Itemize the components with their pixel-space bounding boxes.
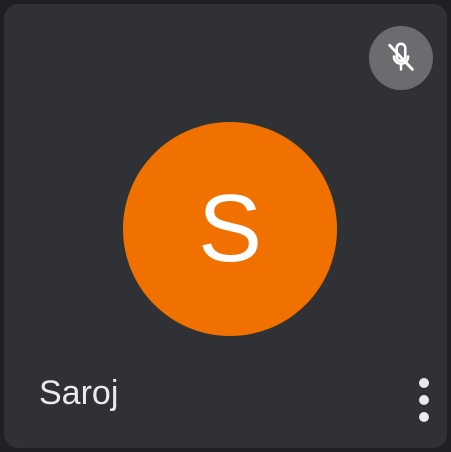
participant-name: Saroj [39, 374, 119, 412]
participant-tile[interactable]: S Saroj [4, 4, 447, 448]
more-vert-icon-dot [419, 412, 429, 422]
mic-muted-badge [369, 26, 433, 90]
avatar: S [123, 122, 337, 336]
more-options-button[interactable] [408, 378, 440, 422]
more-vert-icon-dot [419, 395, 429, 405]
avatar-initial: S [197, 175, 263, 282]
mic-off-icon [388, 42, 414, 71]
more-vert-icon [419, 378, 429, 388]
